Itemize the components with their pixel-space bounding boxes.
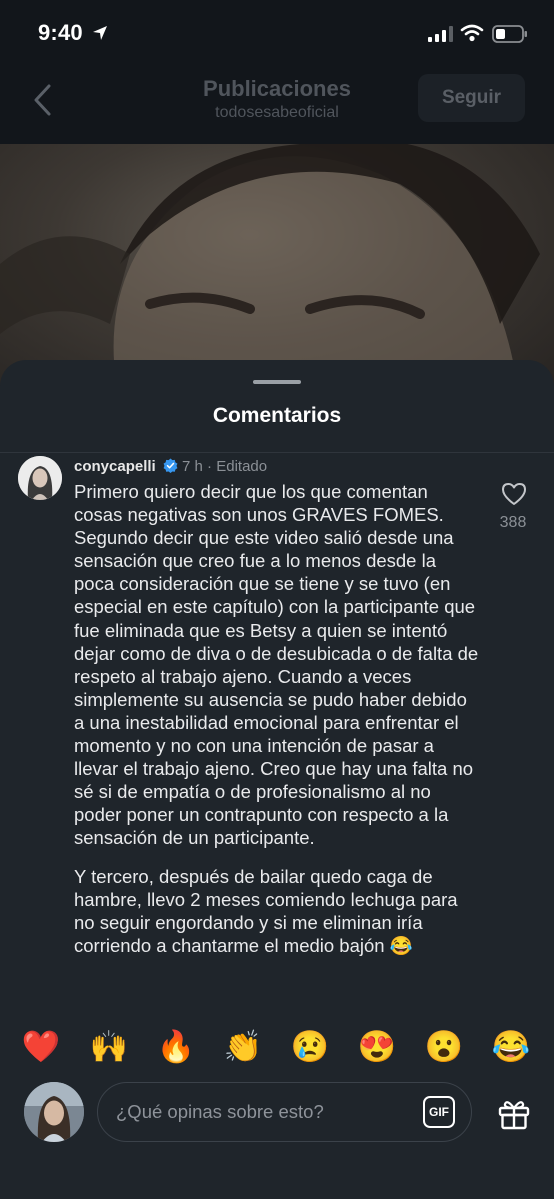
gif-button[interactable]: GIF	[423, 1096, 455, 1128]
quick-reactions: ❤️ 🙌 🔥 👏 😢 😍 😮 😂	[0, 1025, 554, 1069]
verified-badge-icon	[163, 458, 178, 473]
reaction-laughing[interactable]: 😂	[489, 1025, 533, 1069]
comment-header: conycapelli 7 h · Editado	[74, 458, 267, 475]
reaction-clapping[interactable]: 👏	[221, 1025, 265, 1069]
reaction-heart-eyes[interactable]: 😍	[355, 1025, 399, 1069]
status-time: 9:40	[38, 20, 83, 45]
own-avatar-photo	[24, 1082, 84, 1142]
commenter-avatar[interactable]	[18, 456, 62, 500]
status-bar: 9:40	[0, 0, 554, 62]
wifi-icon	[460, 24, 484, 42]
own-avatar[interactable]	[24, 1082, 84, 1142]
comment-paragraph-1: Primero quiero decir que los que comenta…	[74, 481, 479, 849]
comment-username[interactable]: conycapelli	[74, 458, 156, 475]
comment-input-placeholder: ¿Qué opinas sobre esto?	[116, 1101, 324, 1122]
comment-paragraph-2: Y tercero, después de bailar quedo caga …	[74, 865, 458, 956]
comments-title: Comentarios	[212, 404, 342, 427]
follow-button[interactable]: Seguir	[418, 74, 525, 122]
gift-icon[interactable]	[497, 1097, 531, 1131]
reaction-raised-hands[interactable]: 🙌	[87, 1025, 131, 1069]
battery-icon	[492, 25, 527, 43]
comments-sheet: Comentarios conycapelli 7 h · Editado Pr…	[0, 360, 554, 1199]
divider	[0, 452, 554, 453]
reaction-crying[interactable]: 😢	[288, 1025, 332, 1069]
comment-composer: ¿Qué opinas sobre esto? GIF	[0, 1076, 554, 1199]
comment-list[interactable]: conycapelli 7 h · Editado Primero quiero…	[0, 456, 554, 1009]
like-count: 388	[499, 514, 527, 531]
reaction-fire[interactable]: 🔥	[154, 1025, 198, 1069]
heart-outline-icon[interactable]	[501, 482, 527, 506]
avatar-photo	[18, 456, 62, 500]
reaction-heart[interactable]: ❤️	[19, 1025, 63, 1069]
comment-input[interactable]: ¿Qué opinas sobre esto? GIF	[97, 1082, 472, 1142]
top-bar: Publicaciones todosesabeoficial Seguir	[0, 62, 554, 144]
location-arrow-icon	[93, 26, 107, 40]
comment-meta: 7 h · Editado	[177, 458, 268, 475]
comment-body: Primero quiero decir que los que comenta…	[74, 480, 479, 957]
cellular-signal-icon	[428, 26, 453, 42]
sheet-drag-handle[interactable]	[253, 380, 301, 384]
reaction-surprised[interactable]: 😮	[422, 1025, 466, 1069]
